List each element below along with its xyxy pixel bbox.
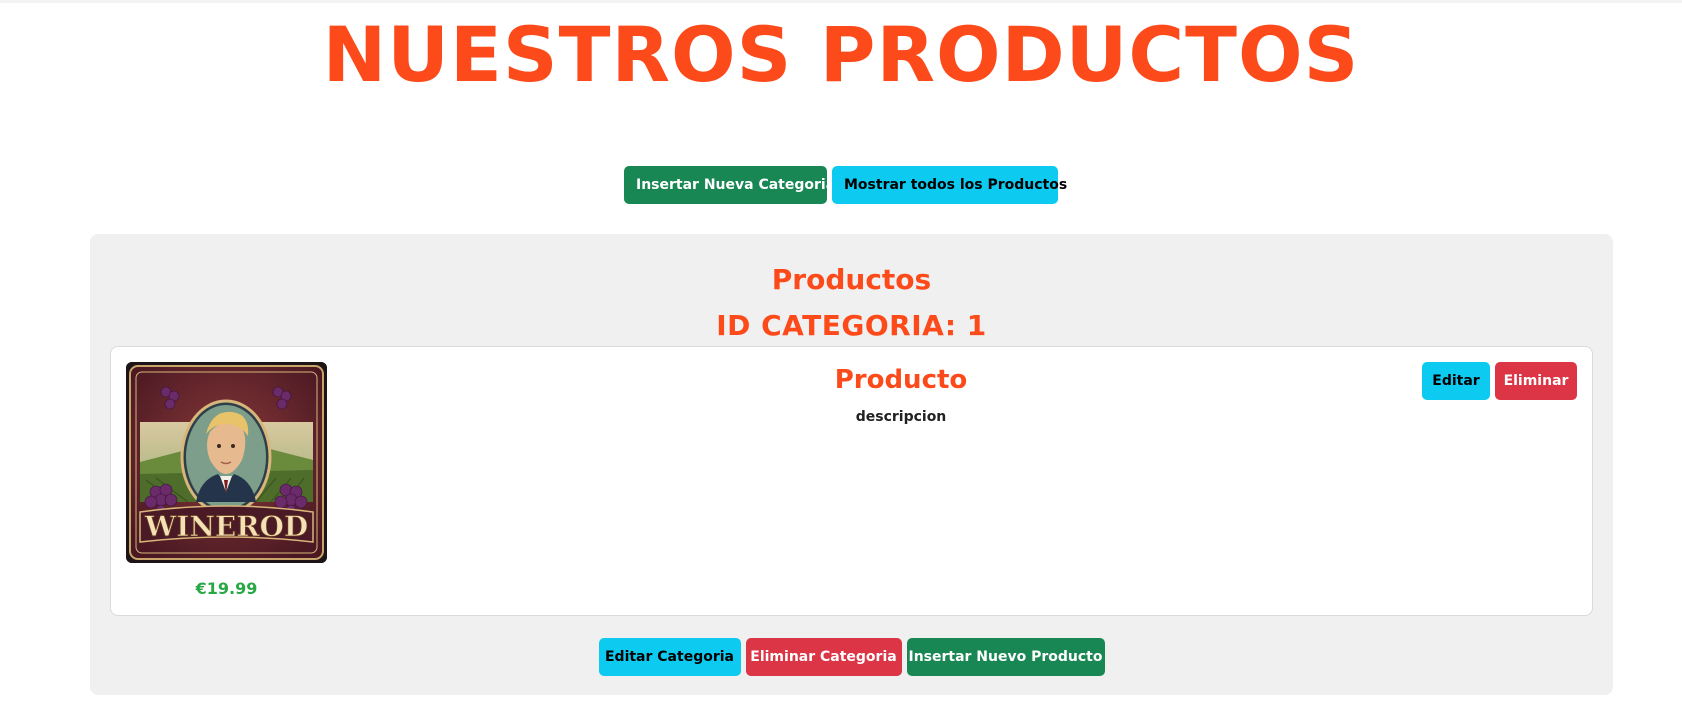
top-actions: Insertar Nueva Categoria Mostrar todos l… <box>0 166 1682 204</box>
winerod-label-image: WINEROD <box>126 362 327 563</box>
product-card: WINEROD €19.99 Producto descripcion Edit… <box>110 346 1593 616</box>
insert-category-button[interactable]: Insertar Nueva Categoria <box>624 166 835 204</box>
category-heading: Productos <box>771 263 932 296</box>
delete-product-button[interactable]: Eliminar <box>1495 362 1577 400</box>
delete-category-button[interactable]: Eliminar Categoria <box>745 638 902 676</box>
image-brand-text: WINEROD <box>144 510 308 543</box>
top-divider <box>0 0 1682 3</box>
category-actions: Editar Categoria Eliminar Categoria Inse… <box>90 638 1613 676</box>
category-panel: Productos ID CATEGORIA: 1 WINEROD €19.99… <box>90 234 1613 695</box>
show-all-products-button[interactable]: Mostrar todos los Productos <box>832 166 1067 204</box>
insert-product-button[interactable]: Insertar Nuevo Producto <box>906 638 1105 676</box>
page-title: NUESTROS PRODUCTOS <box>322 10 1360 99</box>
product-name: Producto <box>834 365 968 395</box>
category-id-label: ID CATEGORIA: 1 <box>716 309 987 342</box>
product-actions: Editar Eliminar <box>1422 362 1577 400</box>
edit-product-button[interactable]: Editar <box>1422 362 1490 400</box>
edit-category-button[interactable]: Editar Categoria <box>598 638 741 676</box>
product-description: descripcion <box>855 409 947 425</box>
product-price: €19.99 <box>195 579 258 598</box>
product-image: WINEROD <box>126 362 327 563</box>
